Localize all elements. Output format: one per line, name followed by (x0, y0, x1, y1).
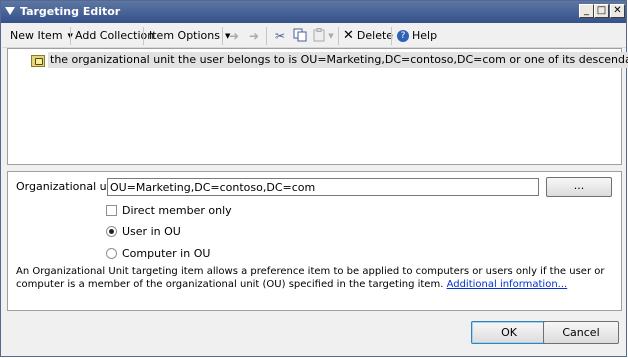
copy-icon[interactable] (292, 28, 308, 44)
delete-label: Delete (356, 29, 394, 42)
ok-button[interactable]: OK (471, 321, 547, 344)
direct-member-label: Direct member only (122, 204, 232, 217)
ou-field-label: Organizational unit (16, 180, 121, 193)
close-button[interactable]: ✕ (610, 4, 625, 18)
browse-button[interactable]: ... (546, 177, 612, 197)
move-down-icon[interactable]: ➜ (246, 28, 262, 44)
help-icon: ? (397, 30, 409, 42)
checkbox-box[interactable] (106, 205, 117, 216)
toolbar-separator (338, 27, 339, 45)
add-collection-button[interactable]: Add Collection (72, 27, 157, 45)
targeting-tree[interactable]: the organizational unit the user belongs… (7, 48, 628, 165)
title-bar[interactable]: Targeting Editor _ □ ✕ (1, 1, 626, 23)
ou-input[interactable] (107, 178, 539, 196)
toolbar-separator (143, 27, 144, 45)
toolbar-separator (391, 27, 392, 45)
properties-pane: Organizational unit ... Direct member on… (7, 171, 622, 311)
item-options-label: Item Options (149, 29, 220, 42)
toolbar-separator (222, 27, 223, 45)
toolbar-separator (266, 27, 267, 45)
additional-information-link[interactable]: Additional information... (447, 279, 568, 290)
description-text: An Organizational Unit targeting item al… (16, 265, 616, 291)
new-item-label: New Item (10, 29, 63, 42)
delete-button[interactable]: ✕ Delete (340, 27, 396, 45)
new-item-button[interactable]: New Item▼ (7, 27, 76, 45)
chevron-down-icon[interactable]: ▼ (327, 28, 335, 44)
toolbar-separator (70, 27, 71, 45)
item-options-button[interactable]: Item Options ▼ (146, 27, 233, 45)
targeting-editor-window: Targeting Editor _ □ ✕ New Item▼ Add Col… (0, 0, 628, 357)
organizational-unit-icon (31, 55, 45, 67)
help-label: Help (412, 29, 438, 42)
maximize-button[interactable]: □ (594, 4, 609, 18)
computer-in-ou-label: Computer in OU (122, 247, 211, 260)
delete-icon: ✕ (343, 28, 354, 43)
paste-icon[interactable] (312, 28, 328, 44)
cut-icon[interactable]: ✂ (272, 28, 288, 44)
help-button[interactable]: ? Help (394, 27, 440, 45)
radio-unselected[interactable] (106, 248, 117, 259)
window-title: Targeting Editor (20, 5, 121, 18)
minimize-button[interactable]: _ (579, 4, 594, 18)
toolbar: New Item▼ Add Collection Item Options▼ ➜… (2, 24, 626, 48)
radio-selected[interactable] (106, 226, 117, 237)
window-menu-icon[interactable] (5, 7, 15, 15)
tree-item-label[interactable]: the organizational unit the user belongs… (48, 52, 628, 68)
user-in-ou-label: User in OU (122, 225, 181, 238)
cancel-button[interactable]: Cancel (543, 321, 619, 344)
move-up-icon[interactable]: ➜ (226, 28, 242, 44)
